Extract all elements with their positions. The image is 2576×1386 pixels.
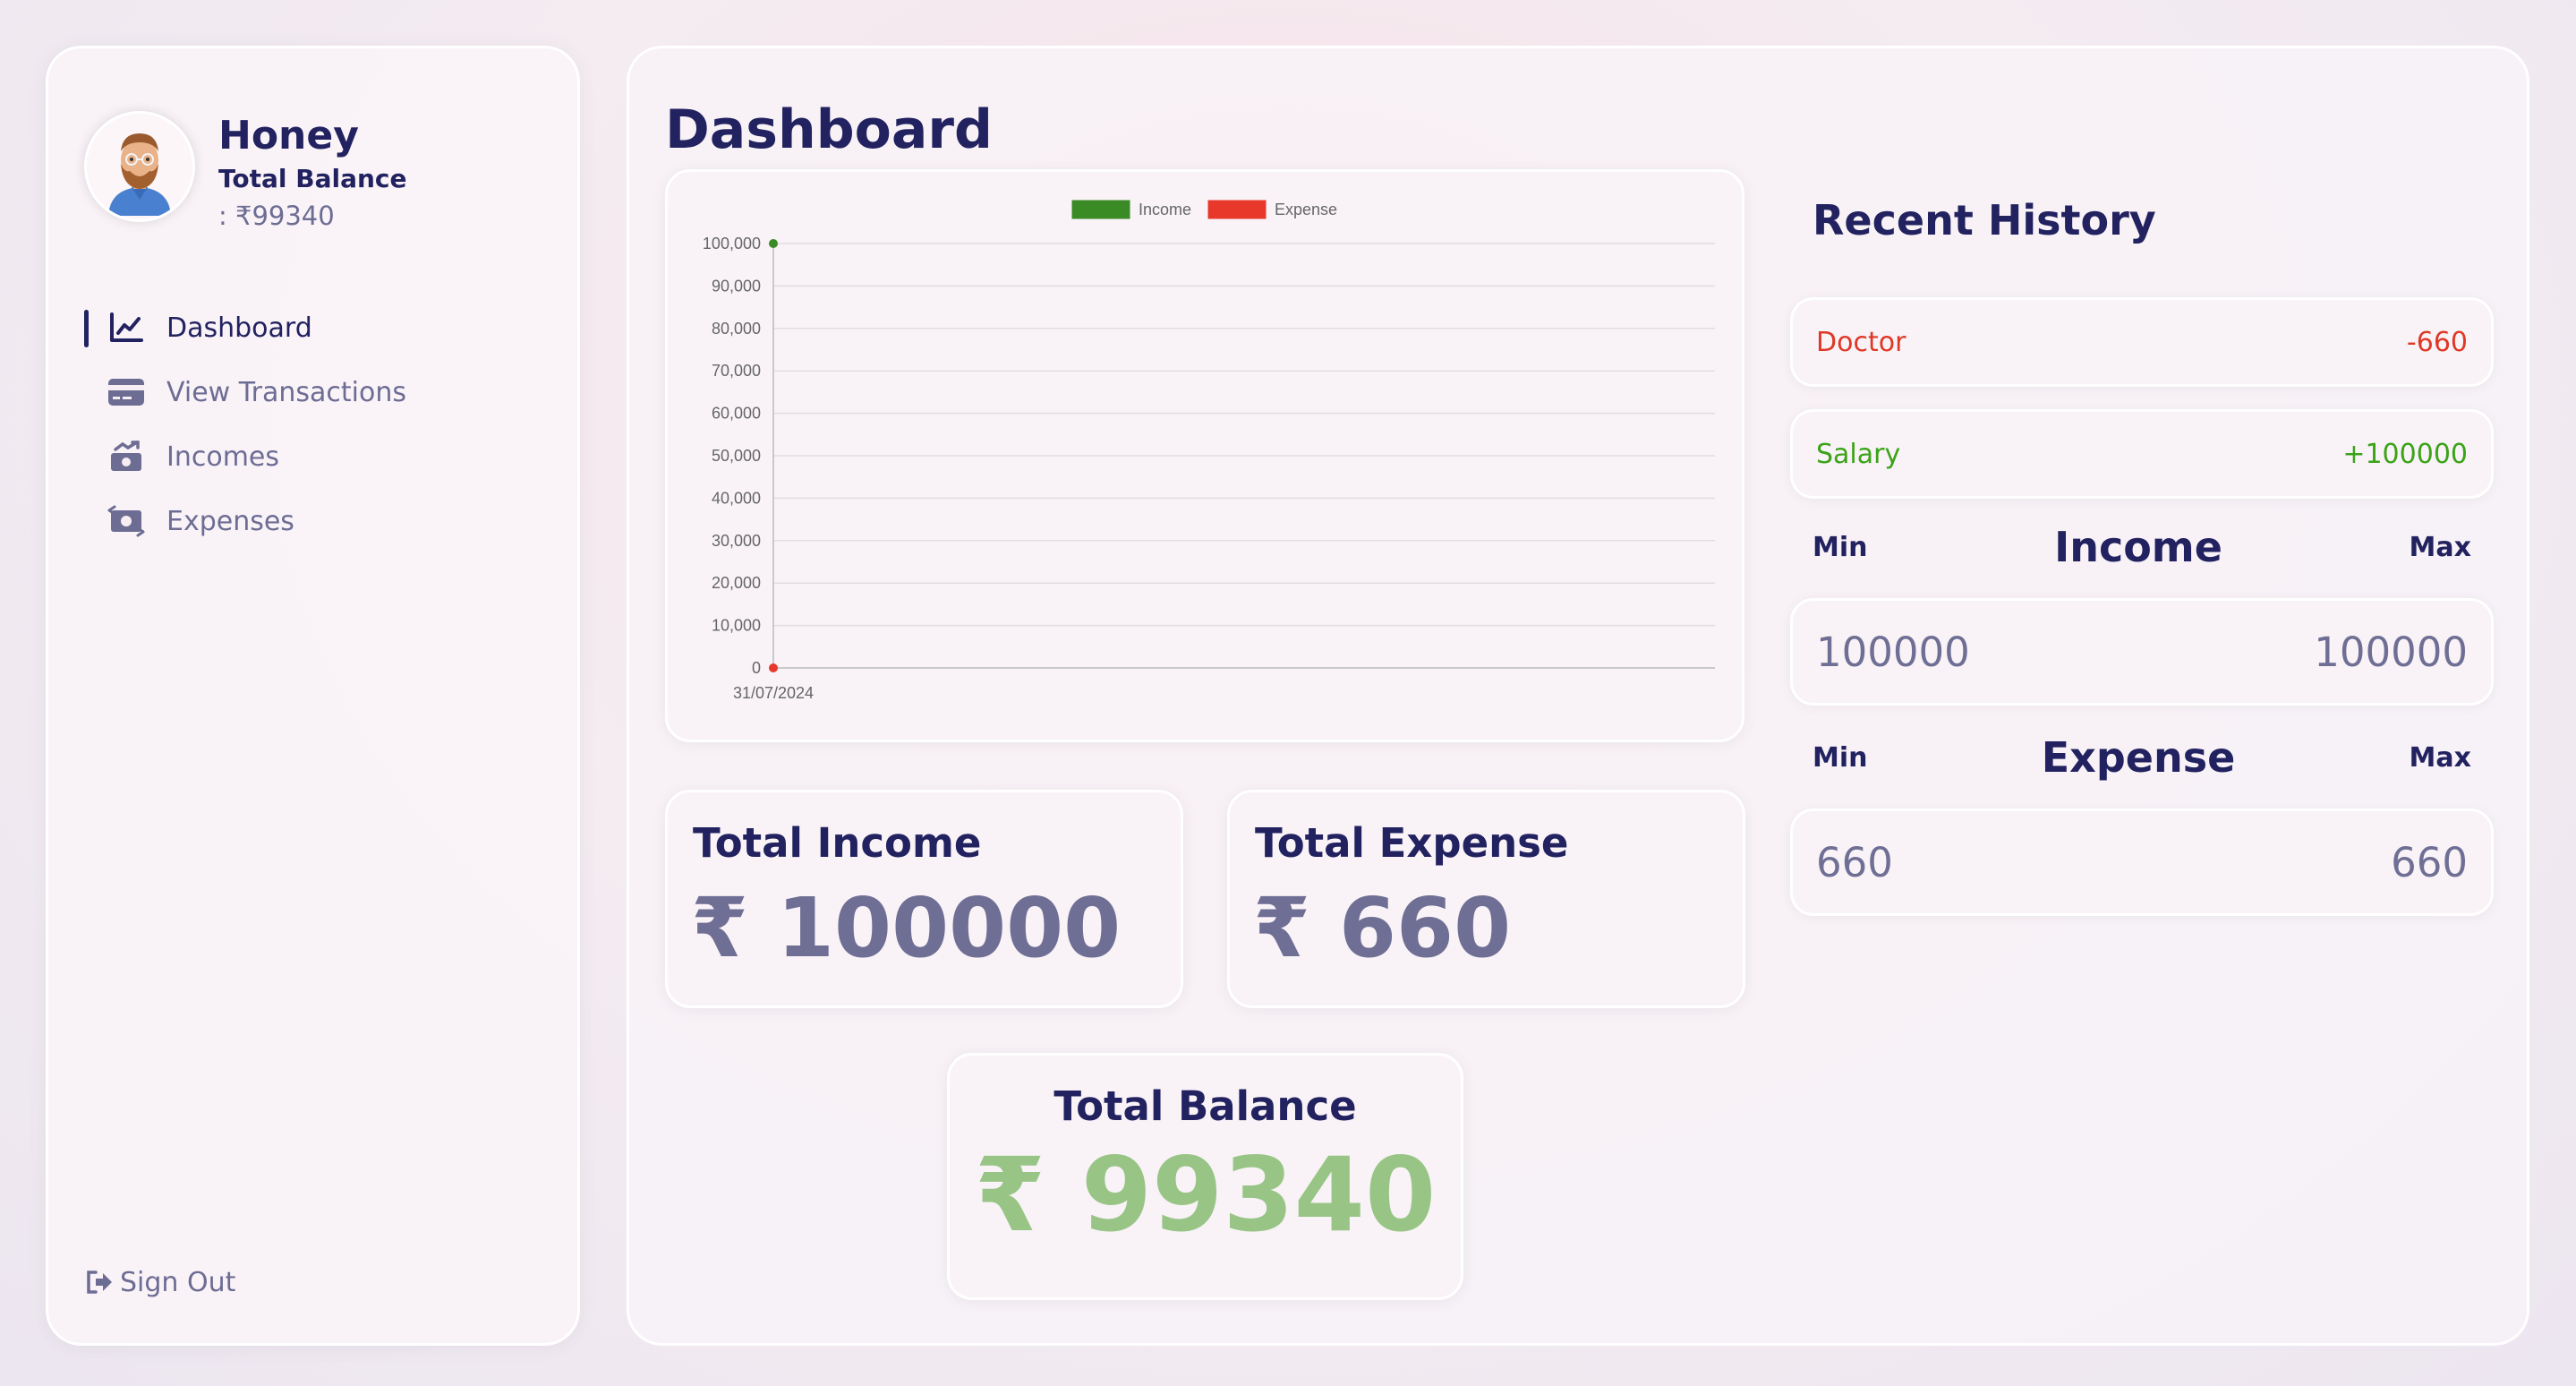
total-expense-label: Total Expense — [1255, 819, 1569, 867]
total-expense-value: ₹ 660 — [1253, 880, 1512, 976]
menu-item-dashboard[interactable]: Dashboard — [84, 295, 406, 360]
chart-card: 0 10,000 20,000 30,000 40,000 50,000 60,000 70,… — [665, 169, 1744, 742]
income-range-header: Min Income Max — [1813, 523, 2471, 571]
sign-out-button[interactable]: Sign Out — [84, 1266, 235, 1298]
history-item: Salary +100000 — [1790, 409, 2494, 499]
y-tick-label: 20,000 — [712, 574, 761, 592]
income-max-label: Max — [2409, 531, 2471, 563]
y-tick-label: 100,000 — [703, 235, 761, 252]
legend-swatch — [1207, 200, 1267, 219]
expense-range-box: 660 660 — [1790, 808, 2494, 916]
menu-label-dashboard: Dashboard — [166, 312, 312, 344]
legend-swatch — [1071, 200, 1130, 219]
legend-label: Income — [1139, 201, 1191, 218]
avatar-image — [108, 133, 171, 216]
income-min-value: 100000 — [1816, 628, 1970, 676]
income-expense-chart: 0 10,000 20,000 30,000 40,000 50,000 60,000 70,… — [703, 200, 1715, 702]
y-tick-label: 90,000 — [712, 277, 761, 295]
income-range-title: Income — [2054, 523, 2222, 571]
total-balance-value: ₹ 99340 — [974, 1135, 1437, 1254]
chart-line-icon — [107, 312, 145, 344]
expense-range-header: Min Expense Max — [1813, 733, 2471, 782]
main-panel: Dashboard 0 10,000 20,000 30,000 40,000 50,00… — [627, 46, 2529, 1346]
legend-label: Expense — [1275, 201, 1337, 218]
history-item-name: Salary — [1816, 438, 1901, 470]
y-tick-label: 60,000 — [712, 405, 761, 423]
total-expense-card: Total Expense ₹ 660 — [1227, 790, 1745, 1008]
expense-max-label: Max — [2409, 741, 2471, 774]
menu-label-incomes: Incomes — [166, 441, 280, 473]
page-title: Dashboard — [665, 98, 993, 161]
income-range-box: 100000 100000 — [1790, 598, 2494, 706]
y-tick-label: 80,000 — [712, 320, 761, 338]
income-max-value: 100000 — [2314, 628, 2468, 676]
sidebar-balance-label: Total Balance — [218, 164, 407, 193]
income-min-label: Min — [1813, 531, 1868, 563]
history-item: Doctor -660 — [1790, 297, 2494, 387]
total-income-card: Total Income ₹ 100000 — [665, 790, 1183, 1008]
avatar — [84, 111, 195, 222]
menu-item-view-transactions[interactable]: View Transactions — [84, 360, 406, 424]
history-item-amount: -660 — [2406, 326, 2468, 358]
profile-text: Honey Total Balance : ₹99340 — [218, 111, 407, 231]
expense-range-title: Expense — [2041, 733, 2236, 782]
history-item-name: Doctor — [1816, 326, 1906, 358]
y-tick-label: 70,000 — [712, 362, 761, 380]
user-name: Honey — [218, 113, 359, 158]
y-tick-label: 0 — [752, 659, 761, 677]
total-income-value: ₹ 100000 — [691, 880, 1122, 976]
sign-out-label: Sign Out — [120, 1266, 236, 1298]
sidebar: Honey Total Balance : ₹99340 Dashboard V… — [46, 46, 580, 1346]
data-point — [769, 663, 778, 672]
money-bill-transfer-icon — [107, 505, 145, 537]
total-balance-card: Total Balance ₹ 99340 — [947, 1053, 1463, 1300]
menu-label-expenses: Expenses — [166, 505, 294, 537]
expense-min-label: Min — [1813, 741, 1868, 774]
recent-history-title: Recent History — [1813, 196, 2156, 244]
y-tick-label: 30,000 — [712, 532, 761, 550]
data-point — [769, 239, 778, 248]
y-tick-label: 10,000 — [712, 617, 761, 635]
menu-item-expenses[interactable]: Expenses — [84, 489, 406, 553]
credit-card-icon — [107, 376, 145, 408]
sidebar-balance-value: : ₹99340 — [218, 201, 335, 231]
profile: Honey Total Balance : ₹99340 — [84, 111, 407, 231]
menu-item-incomes[interactable]: Incomes — [84, 424, 406, 489]
history-item-amount: +100000 — [2342, 438, 2468, 470]
sign-out-icon — [84, 1266, 115, 1298]
y-tick-label: 40,000 — [712, 489, 761, 507]
menu-label-view-transactions: View Transactions — [166, 376, 406, 408]
money-trend-up-icon — [107, 441, 145, 473]
total-income-label: Total Income — [693, 819, 982, 867]
x-tick-label: 31/07/2024 — [733, 684, 814, 702]
nav-menu: Dashboard View Transactions Incomes Expe… — [84, 295, 406, 553]
total-balance-label: Total Balance — [1053, 1082, 1357, 1130]
expense-max-value: 660 — [2391, 838, 2468, 886]
expense-min-value: 660 — [1816, 838, 1893, 886]
y-tick-label: 50,000 — [712, 447, 761, 465]
